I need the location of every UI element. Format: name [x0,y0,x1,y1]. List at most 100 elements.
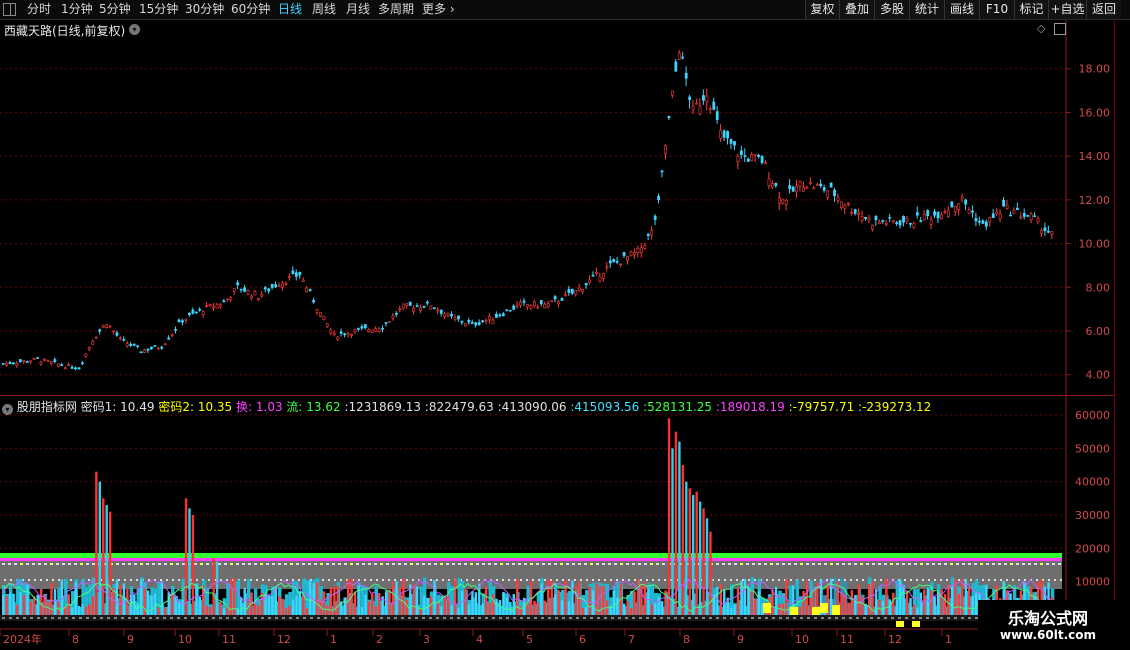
overlay-button[interactable]: 叠加 [839,0,874,19]
f10-button[interactable]: F10 [979,0,1014,19]
candle-body [443,313,447,318]
indicator-name: 股朋指标网 [16,400,77,414]
volume-bar [950,586,954,615]
window-toggle-icon[interactable] [1054,23,1066,35]
restore-rights-button[interactable]: 复权 [805,0,839,19]
bottom-dot [765,617,768,619]
candle-body [605,266,609,269]
volume-bar [195,583,198,615]
bottom-dot [807,617,810,619]
indicator-chart[interactable]: 60000 50000 40000 30000 20000 10000 [0,395,1114,628]
add-watchlist-button[interactable]: +自选 [1048,0,1086,19]
band-dot [368,563,371,565]
candle-body [909,222,912,225]
candle-body [284,283,288,285]
band-dot [446,563,449,565]
diamond-icon[interactable]: ◇ [1037,22,1045,35]
indicator-collapse-icon[interactable]: ▾ [2,404,13,415]
volume-bar [747,587,750,615]
candle-body [84,353,88,357]
volume-bar [443,595,446,615]
candle-body [191,309,195,314]
band-dot [356,563,359,565]
candle-body [53,359,57,362]
band-dot [724,579,726,581]
candle-body [960,196,964,199]
candle-body [974,218,978,222]
candle-body [653,215,657,220]
volume-bar [140,579,143,615]
candlestick-chart[interactable]: 18.00 16.00 14.00 12.00 10.00 8.00 6.00 4.00 [0,20,1114,395]
bottom-dot [9,617,12,619]
tab-period-30min[interactable]: 30分钟 [185,1,224,18]
bottom-dot [387,617,390,619]
candle-body [381,327,385,330]
candle-body [491,319,495,324]
tab-period-daily[interactable]: 日线 [278,1,302,18]
candle-body [363,324,367,329]
band-dot [754,579,756,581]
candle-body [236,282,240,286]
candle-body [174,329,178,331]
band-dot [334,579,336,581]
tab-period-1min[interactable]: 1分钟 [61,1,93,18]
mark-button[interactable]: 标记 [1014,0,1048,19]
indicator-tick-label: 50000 [1075,442,1110,455]
candle-body [536,306,540,309]
volume-bar [623,603,626,615]
candle-body [146,348,150,351]
bottom-dot [254,617,257,619]
tab-period-multi[interactable]: 多周期 [378,1,414,18]
indicator-value: :415093.56 [566,400,640,414]
band-dot [512,563,515,565]
candle-body [719,130,723,139]
volume-bar [240,597,243,615]
tab-period-60min[interactable]: 60分钟 [231,1,270,18]
bottom-dot [2,617,5,619]
candle-body [998,213,1002,219]
candle-body [384,322,388,324]
tab-period-15min[interactable]: 15分钟 [139,1,178,18]
multi-stock-button[interactable]: 多股 [874,0,909,19]
candle-body [757,154,761,157]
band-dot [74,563,77,565]
candle-body [946,209,950,217]
volume-bar [378,593,381,615]
watermark-title: 乐淘公式网 [1007,609,1088,628]
band-dot [500,563,503,565]
band-dot [722,563,725,565]
band-dot [968,563,971,565]
bottom-dot [401,617,404,619]
bottom-dot [191,617,194,619]
bottom-dot [128,617,131,619]
more-periods-button[interactable]: 更多 › [422,1,455,18]
candle-body [622,252,626,256]
bottom-dot [436,617,439,619]
volume-bar [798,606,802,615]
tab-period-5min[interactable]: 5分钟 [99,1,131,18]
band-dot [332,563,335,565]
volume-bar [909,598,912,615]
candle-body [667,115,671,119]
band-dot [838,579,840,581]
candle-body [405,303,409,306]
volume-bar [257,605,260,615]
draw-line-button[interactable]: 画线 [944,0,979,19]
tab-period-weekly[interactable]: 周线 [312,1,336,18]
band-dot [280,579,282,581]
statistics-button[interactable]: 统计 [909,0,944,19]
bottom-dot [520,617,523,619]
tab-period-fenshi[interactable]: 分时 [27,1,51,18]
volume-bar [305,608,308,615]
tab-period-monthly[interactable]: 月线 [346,1,370,18]
volume-bar [557,590,560,615]
bottom-dot [58,617,61,619]
panel-toggle-icon[interactable] [3,3,16,16]
title-dropdown-icon[interactable]: ▾ [129,24,140,35]
band-dot [436,579,438,581]
volume-bar [267,595,271,615]
back-button[interactable]: 返回 [1086,0,1121,19]
volume-bar [474,592,478,615]
band-dot [262,579,264,581]
bottom-dot [219,617,222,619]
